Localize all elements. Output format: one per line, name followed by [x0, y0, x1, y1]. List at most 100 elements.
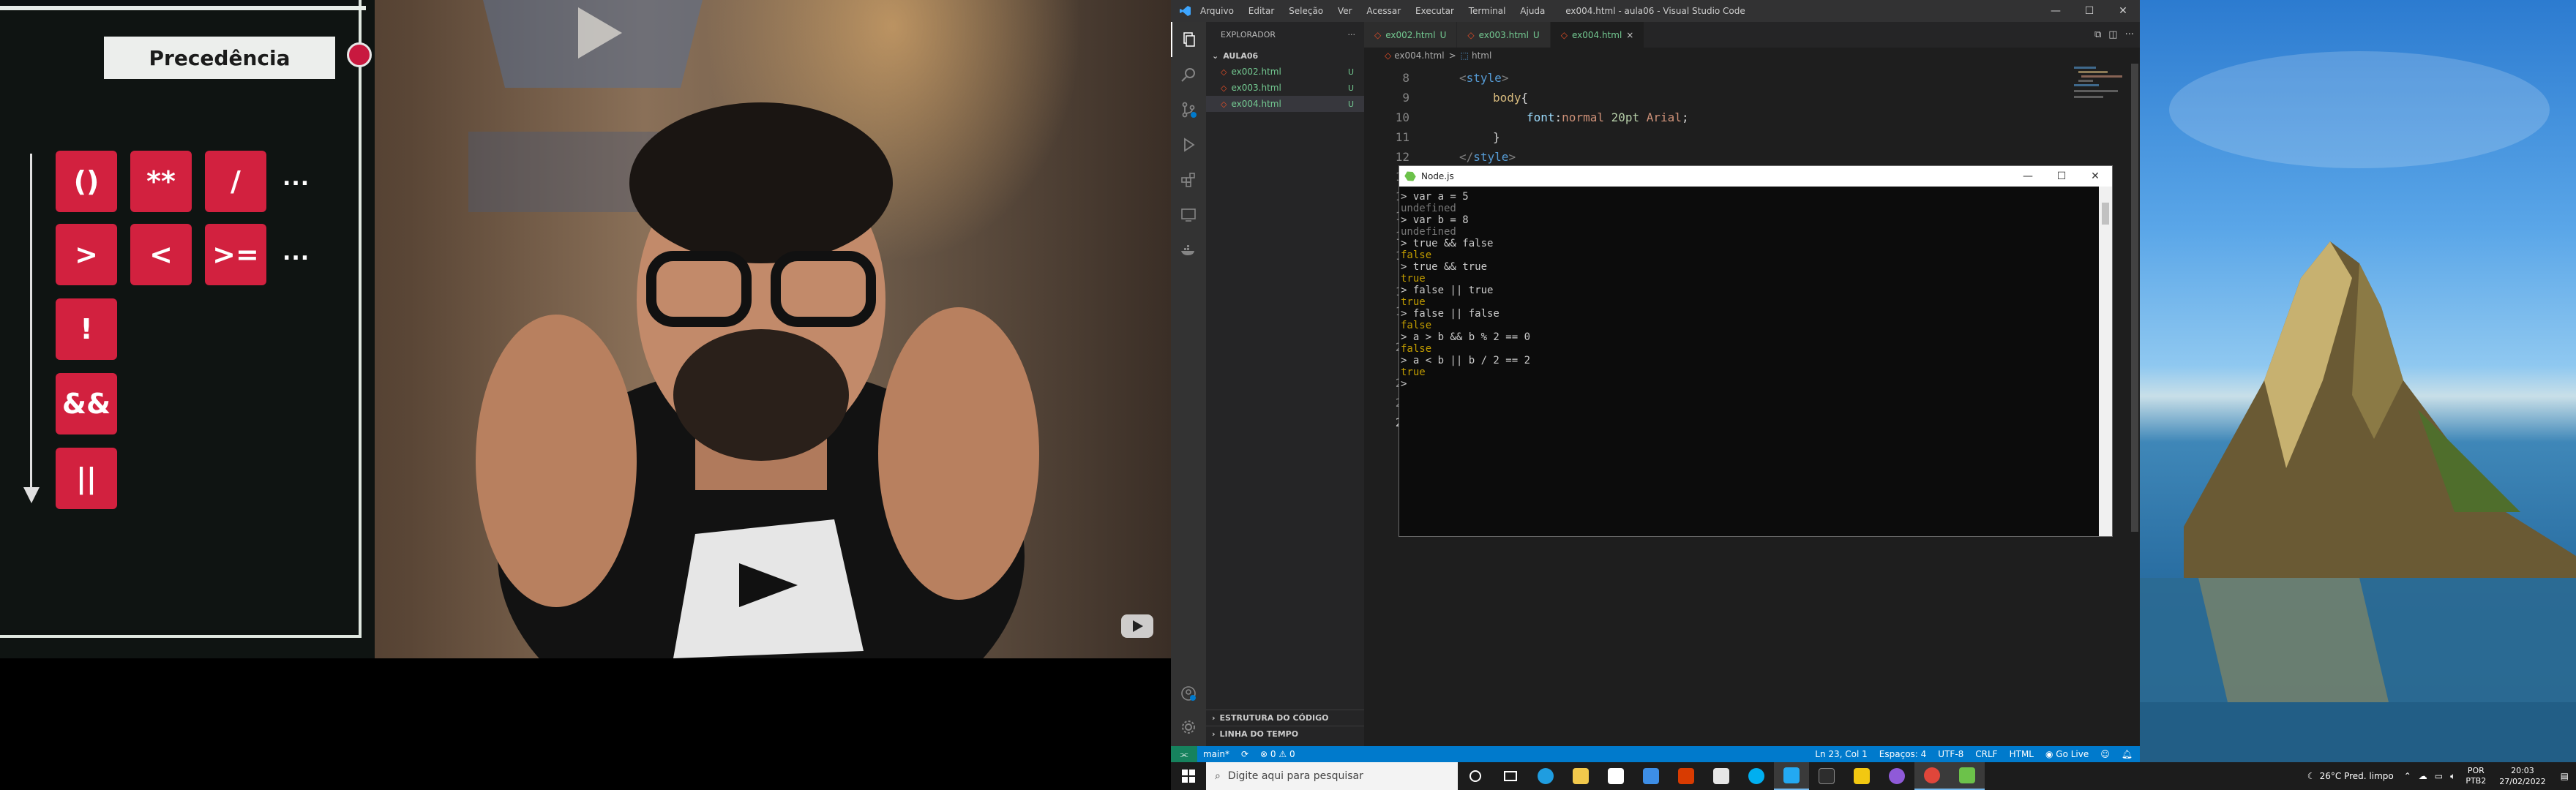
- language-indicator[interactable]: POR PTB2: [2465, 766, 2486, 786]
- source-control-icon[interactable]: [1171, 92, 1206, 127]
- task-view-icon[interactable]: [1493, 762, 1528, 790]
- account-icon[interactable]: [1171, 676, 1206, 711]
- network-icon[interactable]: ▭: [2435, 771, 2443, 781]
- file-explorer-icon[interactable]: [1563, 762, 1598, 790]
- docker-icon[interactable]: [1171, 233, 1206, 268]
- status-branch[interactable]: main*: [1203, 749, 1229, 759]
- line-number: 9: [1402, 91, 1409, 105]
- remote-explorer-icon[interactable]: [1171, 198, 1206, 233]
- show-hidden-icons-icon[interactable]: ⌃: [2404, 771, 2411, 781]
- status-golive[interactable]: ◉ Go Live: [2045, 749, 2089, 759]
- file-item-ex003[interactable]: ◇ ex003.html U: [1206, 80, 1364, 96]
- more-actions-icon[interactable]: ···: [2125, 29, 2134, 40]
- explorer-more-button[interactable]: ···: [1348, 30, 1356, 40]
- office-icon[interactable]: [1669, 762, 1704, 790]
- close-button[interactable]: ✕: [2106, 0, 2140, 22]
- status-problems[interactable]: ⊗ 0 ⚠ 0: [1260, 749, 1295, 759]
- edge-browser-icon[interactable]: [1528, 762, 1563, 790]
- nodejs-maximize-button[interactable]: ☐: [2045, 166, 2078, 187]
- onedrive-icon[interactable]: ☁: [2419, 771, 2427, 781]
- tab-ex002[interactable]: ◇ ex002.html U: [1364, 22, 1458, 48]
- run-debug-icon[interactable]: [1171, 127, 1206, 162]
- maximize-button[interactable]: ☐: [2073, 0, 2106, 22]
- clock-time: 20:03: [2511, 766, 2534, 775]
- operator-exponent: **: [130, 151, 192, 212]
- file-name: ex002.html: [1231, 67, 1281, 77]
- nodejs-console-output[interactable]: > var a = 5 undefined > var b = 8 undefined…: [1399, 187, 2099, 536]
- breadcrumb-node[interactable]: html: [1472, 50, 1491, 61]
- minimize-button[interactable]: —: [2039, 0, 2073, 22]
- menu-ajuda[interactable]: Ajuda: [1520, 6, 1545, 16]
- editor-scrollbar[interactable]: [2130, 64, 2140, 739]
- clock[interactable]: 20:03 27/02/2022: [2499, 765, 2545, 787]
- menu-editar[interactable]: Editar: [1248, 6, 1275, 16]
- minimap[interactable]: [2071, 64, 2130, 108]
- nodejs-titlebar[interactable]: Node.js — ☐ ✕: [1399, 166, 2112, 187]
- html-file-icon: ◇: [1221, 67, 1227, 77]
- tab-ex003[interactable]: ◇ ex003.html U: [1457, 22, 1551, 48]
- mail-icon[interactable]: [1633, 762, 1669, 790]
- menu-ver[interactable]: Ver: [1338, 6, 1352, 16]
- explorer-icon[interactable]: [1171, 22, 1206, 57]
- status-sync-icon[interactable]: ⟳: [1241, 749, 1248, 759]
- menu-acessar[interactable]: Acessar: [1366, 6, 1401, 16]
- store-shape: [1608, 768, 1624, 784]
- presenter-image: [476, 102, 1039, 658]
- status-eol[interactable]: CRLF: [1975, 749, 1997, 759]
- office-shape: [1678, 768, 1694, 784]
- menu-executar[interactable]: Executar: [1415, 6, 1454, 16]
- outline-section[interactable]: › ESTRUTURA DO CÓDIGO: [1206, 710, 1364, 726]
- vscode-shape: [1783, 767, 1800, 783]
- github-icon[interactable]: [1879, 762, 1914, 790]
- notification-center-icon[interactable]: ▤: [2561, 771, 2569, 781]
- chrome-icon[interactable]: [1914, 762, 1950, 790]
- feedback-icon[interactable]: ☺: [2100, 749, 2110, 759]
- onenote-icon[interactable]: [1704, 762, 1739, 790]
- operator-greater-equal: >=: [205, 224, 266, 285]
- search-icon[interactable]: [1171, 57, 1206, 92]
- breadcrumb-file[interactable]: ex004.html: [1394, 50, 1444, 61]
- file-item-ex004[interactable]: ◇ ex004.html U: [1206, 96, 1364, 112]
- remote-indicator-icon[interactable]: ⫘: [1171, 746, 1197, 762]
- split-editor-icon[interactable]: ◫: [2108, 29, 2117, 40]
- explorer-title: EXPLORADOR: [1221, 30, 1276, 40]
- status-encoding[interactable]: UTF-8: [1938, 749, 1963, 759]
- tab-ex004[interactable]: ◇ ex004.html ×: [1550, 22, 1645, 48]
- skype-icon[interactable]: [1739, 762, 1774, 790]
- html-file-icon: ◇: [1560, 29, 1568, 40]
- file-item-ex002[interactable]: ◇ ex002.html U: [1206, 64, 1364, 80]
- folder-aula06[interactable]: ⌄ AULA06: [1206, 48, 1364, 64]
- cortana-icon[interactable]: [1458, 762, 1493, 790]
- settings-gear-icon[interactable]: [1171, 710, 1206, 745]
- status-language[interactable]: HTML: [2010, 749, 2034, 759]
- scrollbar-thumb[interactable]: [2131, 64, 2138, 532]
- tab-close-icon[interactable]: ×: [1626, 30, 1633, 40]
- compare-icon[interactable]: ⧉: [2094, 29, 2101, 40]
- nodejs-taskbar-icon[interactable]: [1950, 762, 1985, 790]
- weather-text[interactable]: 26°C Pred. limpo: [2320, 771, 2394, 781]
- nodejs-close-button[interactable]: ✕: [2078, 166, 2112, 187]
- extensions-icon[interactable]: [1171, 162, 1206, 198]
- explorer-sidebar: EXPLORADOR ··· ⌄ AULA06 ◇ ex002.html U ◇…: [1206, 22, 1364, 746]
- nodejs-scrollbar[interactable]: [2099, 187, 2112, 536]
- console-line: > true && false: [1401, 238, 1494, 249]
- nodejs-scrollbar-thumb[interactable]: [2102, 203, 2109, 225]
- tab-label: ex003.html: [1478, 29, 1529, 40]
- powerbi-icon[interactable]: [1844, 762, 1879, 790]
- taskbar-search-box[interactable]: ⌕ Digite aqui para pesquisar: [1206, 762, 1458, 790]
- nodejs-console-window[interactable]: Node.js — ☐ ✕ > var a = 5 undefined > var …: [1399, 165, 2113, 537]
- status-position[interactable]: Ln 23, Col 1: [1815, 749, 1868, 759]
- menu-selecao[interactable]: Seleção: [1289, 6, 1323, 16]
- notifications-bell-icon[interactable]: 🔔︎: [2122, 749, 2133, 759]
- menu-arquivo[interactable]: Arquivo: [1200, 6, 1234, 16]
- menu-terminal[interactable]: Terminal: [1469, 6, 1506, 16]
- vscode-taskbar-icon[interactable]: [1774, 762, 1809, 790]
- nodejs-minimize-button[interactable]: —: [2011, 166, 2045, 187]
- windows-start-icon[interactable]: [1171, 762, 1206, 790]
- terminal-icon[interactable]: [1809, 762, 1844, 790]
- volume-icon[interactable]: 🔈︎: [2450, 771, 2455, 782]
- store-icon[interactable]: [1598, 762, 1633, 790]
- status-spaces[interactable]: Espaços: 4: [1879, 749, 1927, 759]
- video-watermark-icon: [1121, 614, 1153, 638]
- timeline-section[interactable]: › LINHA DO TEMPO: [1206, 726, 1364, 742]
